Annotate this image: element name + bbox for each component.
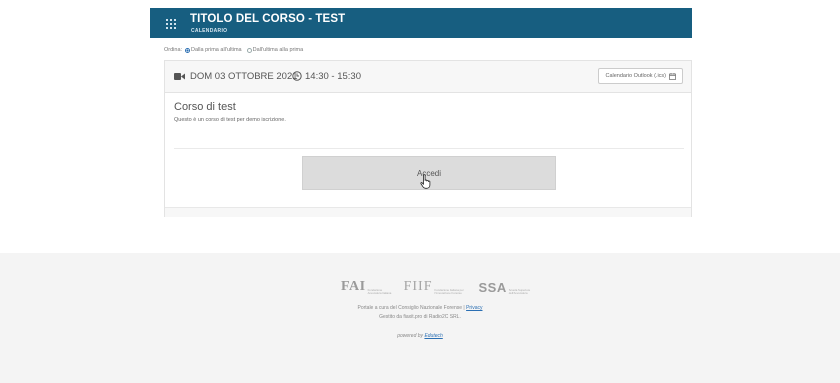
fiif-logo-caption: Fondazione Italiana per l'Innovazione Fo… xyxy=(434,288,464,295)
privacy-link[interactable]: Privacy xyxy=(466,305,482,311)
event-date: DOM 03 OTTOBRE 2021 xyxy=(190,71,298,82)
hand-cursor-icon xyxy=(420,174,431,189)
ssa-logo-mark: SSA xyxy=(478,280,507,295)
video-camera-icon xyxy=(174,73,185,80)
event-card-footer xyxy=(165,207,691,217)
calendar-icon xyxy=(669,72,676,80)
sort-order-control: Ordina: Dalla prima all'ultima Dall'ulti… xyxy=(164,47,303,53)
powered-by-text: powered by xyxy=(397,333,425,339)
footer-credits: Portale a cura del Consiglio Nazionale F… xyxy=(0,305,840,311)
fai-logo-caption: Fondazione Avvocatura Italiana xyxy=(367,288,392,295)
page-footer: FAI Fondazione Avvocatura Italiana FIIF … xyxy=(0,253,840,383)
sort-order-label: Ordina: xyxy=(164,47,183,53)
sort-last-to-first-label[interactable]: Dall'ultima alla prima xyxy=(253,47,304,53)
event-card: DOM 03 OTTOBRE 2021 14:30 - 15:30 Calend… xyxy=(164,60,692,217)
sort-last-to-first-radio[interactable] xyxy=(246,47,252,53)
ssa-logo: SSA Scuola Superiore dell'Avvocatura xyxy=(478,280,534,295)
fiif-logo-mark: FIIF xyxy=(403,279,433,294)
footer-powered-by: powered by Edutech xyxy=(0,333,840,339)
outlook-calendar-label: Calendario Outlook (.ics) xyxy=(605,73,666,79)
course-description: Questo è un corso di test per demo iscri… xyxy=(174,117,286,123)
edutech-link[interactable]: Edutech xyxy=(424,333,442,339)
course-header: TITOLO DEL CORSO - TEST CALENDARIO xyxy=(150,8,692,38)
ssa-logo-caption: Scuola Superiore dell'Avvocatura xyxy=(508,288,531,295)
sort-first-to-last-label[interactable]: Dalla prima all'ultima xyxy=(191,47,242,53)
course-title: Corso di test xyxy=(174,101,236,113)
page-title: TITOLO DEL CORSO - TEST xyxy=(190,13,346,25)
fai-logo: FAI Fondazione Avvocatura Italiana xyxy=(341,279,394,295)
fiif-logo: FIIF Fondazione Italiana per l'Innovazio… xyxy=(404,279,469,295)
clock-icon xyxy=(292,71,302,81)
footer-credits-text: Portale a cura del Consiglio Nazionale F… xyxy=(357,305,467,311)
footer-managed-by: Gestito da fiaxit.pro di Radio2C SRL. xyxy=(379,314,461,320)
partner-logos: FAI Fondazione Avvocatura Italiana FIIF … xyxy=(341,279,535,295)
page-subtitle: CALENDARIO xyxy=(191,28,228,34)
outlook-calendar-button[interactable]: Calendario Outlook (.ics) xyxy=(598,68,683,84)
card-divider xyxy=(174,148,684,149)
sort-first-to-last-radio[interactable] xyxy=(185,47,191,53)
event-time: 14:30 - 15:30 xyxy=(305,71,361,82)
fai-logo-mark: FAI xyxy=(341,279,366,294)
apps-grid-icon[interactable] xyxy=(166,19,176,29)
event-card-header: DOM 03 OTTOBRE 2021 14:30 - 15:30 Calend… xyxy=(165,61,691,93)
